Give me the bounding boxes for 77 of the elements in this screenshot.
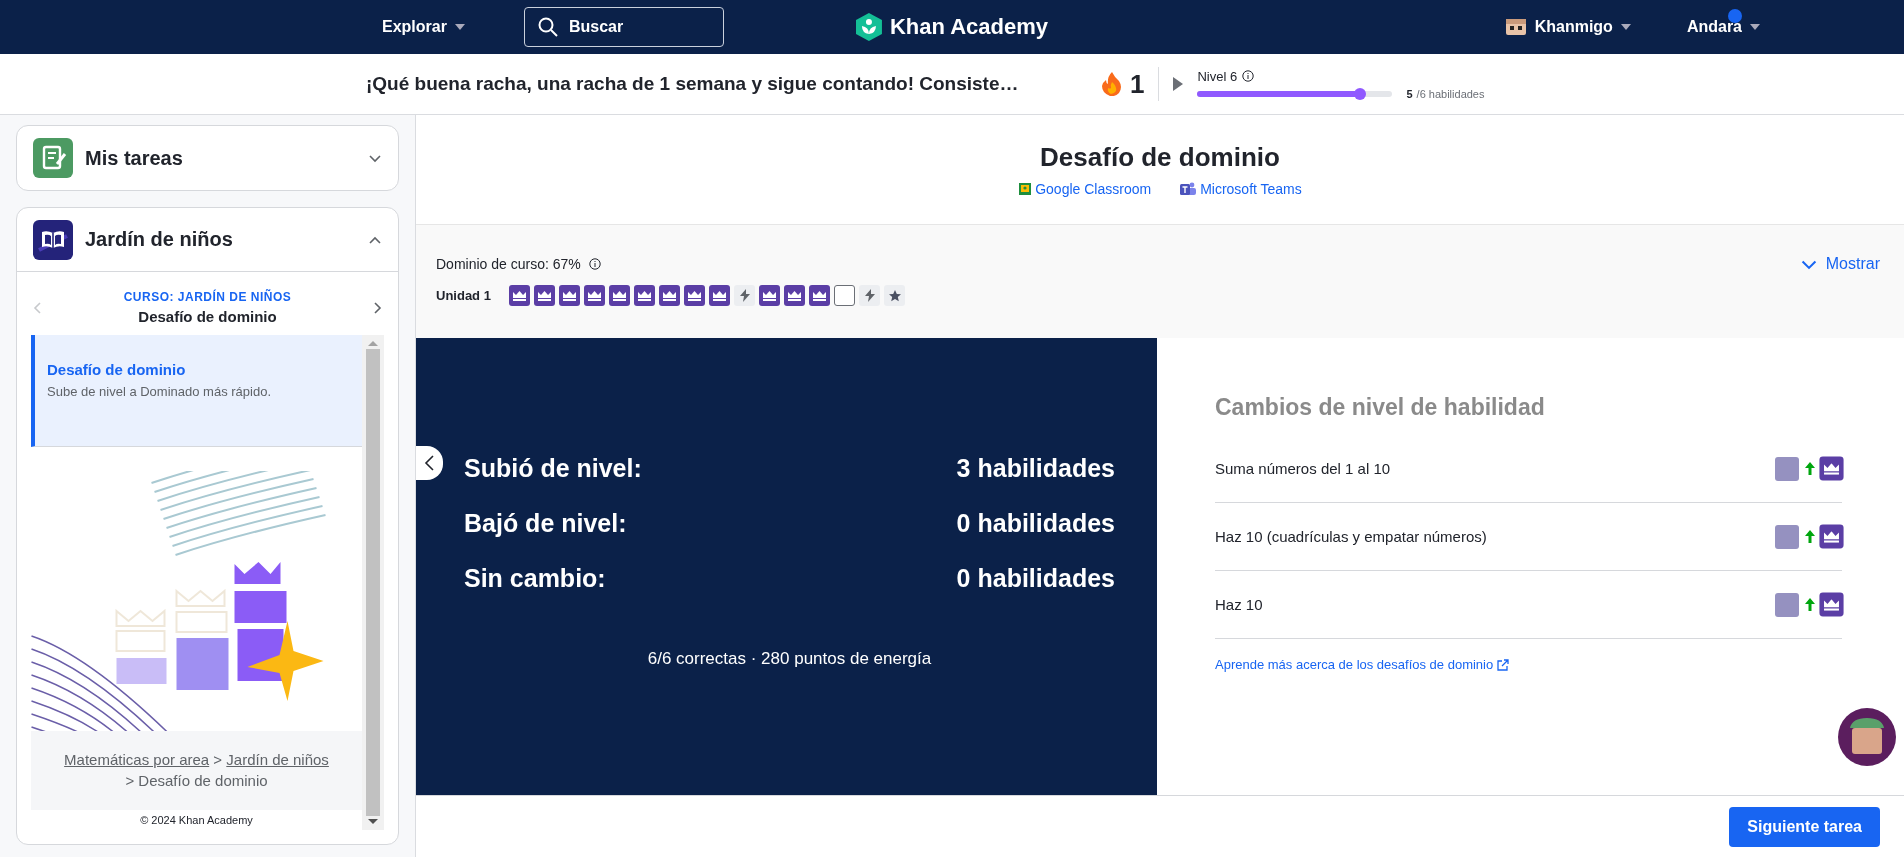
info-icon[interactable]: [588, 258, 601, 270]
progress-count: 5: [1406, 87, 1413, 100]
streak-count: 1: [1130, 68, 1145, 100]
result-value: 0 habilidades: [956, 509, 1115, 539]
user-menu[interactable]: Andara: [1682, 11, 1764, 43]
mastered-crown-icon[interactable]: [559, 285, 580, 306]
caret-icon: [454, 24, 465, 30]
caret-icon: [1620, 24, 1631, 30]
logo-icon: [855, 13, 882, 41]
mastered-crown-icon[interactable]: [684, 285, 705, 306]
course-mastery-label: Dominio de curso: 67%: [436, 256, 581, 272]
share-link[interactable]: Microsoft Teams: [1179, 181, 1302, 197]
show-toggle[interactable]: Mostrar: [1795, 249, 1884, 279]
share-link[interactable]: Google Classroom: [1018, 181, 1152, 197]
caret-icon: [1750, 24, 1760, 30]
progress-total: /6 habilidades: [1416, 87, 1485, 100]
mastered-crown-icon[interactable]: [609, 285, 630, 306]
up-arrow-icon: [1805, 598, 1815, 611]
info-icon[interactable]: [1242, 70, 1255, 82]
result-label: Sin cambio:: [464, 564, 606, 594]
page-title: Desafío de dominio: [1040, 142, 1280, 173]
mastered-crown-icon[interactable]: [659, 285, 680, 306]
section-header[interactable]: Mis tareas: [17, 126, 398, 190]
scroll-down-arrow-icon[interactable]: [368, 818, 378, 824]
skill-name: Suma números del 1 al 10: [1215, 460, 1391, 477]
mastered-crown-icon[interactable]: [634, 285, 655, 306]
khanmigo-menu[interactable]: Khanmigo: [1500, 11, 1635, 43]
up-arrow-icon: [1805, 530, 1815, 543]
up-arrow-icon: [1805, 462, 1815, 475]
mastered-crown-icon[interactable]: [509, 285, 530, 306]
chevron-left-icon: [423, 455, 436, 471]
robot-icon: [1504, 17, 1527, 37]
results-summary: 6/6 correctas · 280 puntos de energía: [646, 649, 933, 669]
logo-text: Khan Academy: [889, 14, 1049, 40]
result-label: Subió de nivel:: [464, 454, 642, 484]
section-header[interactable]: Jardín de niños: [17, 208, 398, 272]
breadcrumb: Matemáticas por area > Jardín de niños > Desafío de dominio: [31, 730, 362, 810]
result-value: 3 habilidades: [956, 454, 1115, 484]
mastered-crown-icon[interactable]: [809, 285, 830, 306]
mastered-crown-icon[interactable]: [534, 285, 555, 306]
lightning-icon[interactable]: [734, 285, 755, 306]
result-label: Bajó de nivel:: [464, 509, 627, 539]
mastered-crown-icon[interactable]: [584, 285, 605, 306]
mastered-crown-icon[interactable]: [709, 285, 730, 306]
play-icon[interactable]: [1173, 77, 1184, 91]
breadcrumb-link[interactable]: Matemáticas por area: [64, 750, 210, 768]
changes-title: Cambios de nivel de habilidad: [1215, 394, 1546, 421]
mastered-crown-icon[interactable]: [1819, 524, 1844, 549]
lesson-item[interactable]: Desafío de dominio Sube de nivel a Dominado más rápido.: [31, 335, 362, 447]
mastered-crown-icon[interactable]: [1819, 456, 1844, 481]
back-tab[interactable]: [416, 446, 443, 480]
mastered-crown-icon[interactable]: [784, 285, 805, 306]
course-label: CURSO: JARDÍN DE NIÑOS: [123, 290, 292, 304]
lightning-icon[interactable]: [859, 285, 880, 306]
skill-name: Haz 10: [1215, 596, 1263, 613]
course-title: Desafío de dominio: [137, 308, 278, 325]
external-link-icon: [1497, 658, 1510, 671]
copyright: © 2024 Khan Academy: [139, 813, 254, 828]
flame-icon: [1102, 72, 1122, 96]
breadcrumb-link[interactable]: Jardín de niños: [226, 750, 329, 768]
empty-skill-icon[interactable]: [834, 285, 855, 306]
scrollbar[interactable]: [362, 335, 384, 830]
mastered-crown-icon[interactable]: [1819, 592, 1844, 617]
mastered-crown-icon[interactable]: [759, 285, 780, 306]
search-field[interactable]: Buscar: [523, 7, 724, 47]
book-icon: [33, 219, 73, 260]
search-icon: [537, 17, 558, 37]
unit-label: Unidad 1: [436, 288, 492, 303]
next-task-button[interactable]: Siguiente tarea: [1729, 806, 1880, 847]
streak-message: ¡Qué buena racha, una racha de 1 semana y sigue contando! Consiste…: [366, 73, 1020, 95]
skill-name: Haz 10 (cuadrículas y empatar números): [1215, 528, 1487, 545]
notepad-icon: [33, 138, 73, 178]
assistant-avatar[interactable]: [1838, 708, 1896, 766]
explore-menu[interactable]: Explorar: [378, 12, 469, 42]
learn-more-link[interactable]: Aprende más acerca de los desafíos de dominio: [1215, 657, 1510, 672]
level-label: Nivel 6: [1197, 68, 1238, 84]
result-value: 0 habilidades: [956, 564, 1115, 594]
